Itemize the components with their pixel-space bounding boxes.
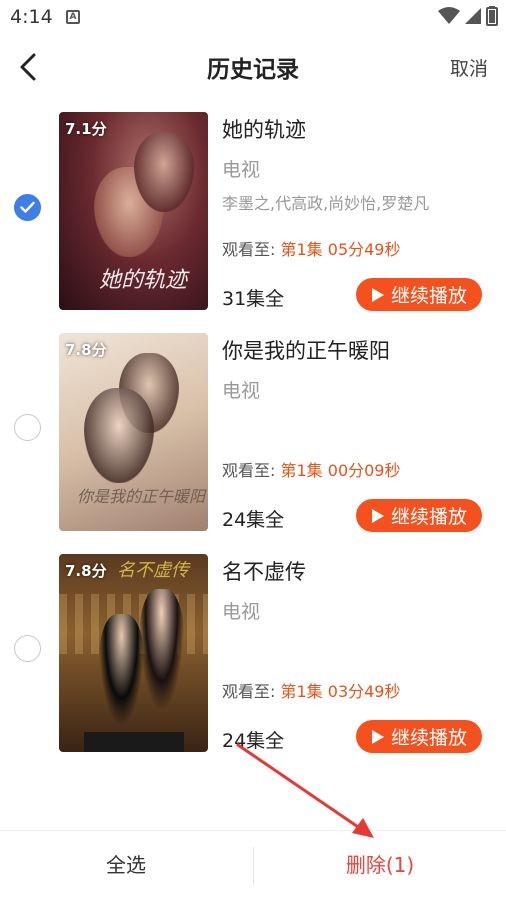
episode-count: 24集全: [222, 509, 285, 531]
item-title: 名不虚传: [222, 560, 306, 584]
poster-figure: [139, 589, 184, 709]
battery-icon: [486, 6, 498, 26]
rating-badge: 7.1分: [65, 120, 107, 138]
continue-play-button[interactable]: 继续播放: [356, 499, 482, 532]
item-checkbox[interactable]: [14, 635, 41, 662]
cancel-button[interactable]: 取消: [450, 54, 488, 81]
watch-progress: 观看至: 第1集 03分49秒: [222, 678, 401, 702]
play-icon: [371, 508, 384, 523]
bottom-action-bar: 全选 删除(1): [0, 830, 506, 899]
item-checkbox[interactable]: [14, 194, 41, 221]
poster-banner: [84, 732, 184, 752]
item-title: 你是我的正午暖阳: [222, 339, 390, 363]
status-icons: [438, 6, 498, 26]
continue-play-label: 继续播放: [390, 285, 467, 307]
item-type: 电视: [222, 159, 261, 181]
check-icon: [20, 201, 35, 213]
play-icon: [371, 287, 384, 302]
status-time: 4:14: [10, 6, 53, 28]
select-all-button[interactable]: 全选: [0, 831, 252, 899]
notification-icon: A: [66, 10, 80, 24]
poster-image[interactable]: 7.8分 名不虚传: [59, 554, 208, 752]
rating-badge: 7.8分: [65, 562, 107, 580]
play-icon: [371, 729, 384, 744]
item-cast: 李墨之,代高政,尚妙怡,罗楚凡: [222, 194, 430, 213]
progress-value: 第1集 03分49秒: [280, 682, 401, 701]
poster-title-art: 你是我的正午暖阳: [77, 487, 206, 506]
delete-button[interactable]: 删除(1): [254, 831, 506, 899]
poster-title-art: 名不虚传: [117, 560, 189, 581]
poster-figure: [134, 132, 194, 212]
status-bar: 4:14 A: [0, 0, 506, 34]
item-type: 电视: [222, 601, 261, 623]
poster-figure: [99, 614, 144, 724]
continue-play-label: 继续播放: [390, 506, 467, 528]
page-title: 历史记录: [207, 57, 299, 83]
progress-label: 观看至:: [222, 461, 276, 480]
episode-count: 24集全: [222, 730, 285, 752]
progress-label: 观看至:: [222, 682, 276, 701]
list-item: 7.8分 名不虚传 名不虚传 电视 观看至: 第1集 03分49秒 24集全 继…: [0, 554, 506, 754]
item-type: 电视: [222, 380, 261, 402]
continue-play-label: 继续播放: [390, 727, 467, 749]
progress-label: 观看至:: [222, 240, 276, 259]
poster-image[interactable]: 7.1分 她的轨迹: [59, 112, 208, 310]
list-item: 7.8分 你是我的正午暖阳 你是我的正午暖阳 电视 观看至: 第1集 00分09…: [0, 333, 506, 533]
poster-title-art: 她的轨迹: [99, 268, 188, 293]
item-title: 她的轨迹: [222, 118, 306, 142]
poster-image[interactable]: 7.8分 你是我的正午暖阳: [59, 333, 208, 531]
continue-play-button[interactable]: 继续播放: [356, 278, 482, 311]
episode-count: 31集全: [222, 288, 285, 310]
wifi-icon: [438, 7, 460, 24]
list-item: 7.1分 她的轨迹 她的轨迹 电视 李墨之,代高政,尚妙怡,罗楚凡 观看至: 第…: [0, 112, 506, 312]
signal-icon: [465, 8, 481, 24]
poster-figure: [84, 388, 154, 483]
watch-progress: 观看至: 第1集 05分49秒: [222, 236, 401, 260]
progress-value: 第1集 00分09秒: [280, 461, 401, 480]
header: 历史记录 取消: [0, 34, 506, 100]
continue-play-button[interactable]: 继续播放: [356, 720, 482, 753]
progress-value: 第1集 05分49秒: [280, 240, 401, 259]
watch-progress: 观看至: 第1集 00分09秒: [222, 457, 401, 481]
rating-badge: 7.8分: [65, 341, 107, 359]
item-checkbox[interactable]: [14, 414, 41, 441]
